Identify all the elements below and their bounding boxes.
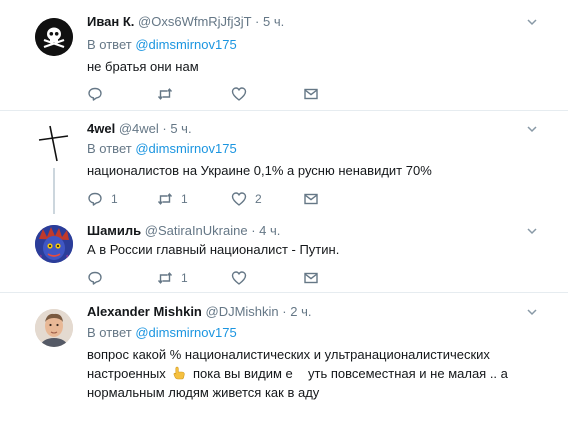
tweet-1[interactable]: Иван К. @Oxs6WfmRjJfj3jT · 5 ч. В ответ … — [0, 0, 568, 108]
reply-mention-link[interactable]: @dimsmirnov175 — [135, 37, 236, 52]
direct-message-button[interactable] — [303, 269, 319, 287]
tweet-2[interactable]: 4wel @4wel · 5 ч. В ответ @dimsmirnov175… — [0, 111, 568, 215]
chevron-down-icon[interactable] — [526, 123, 538, 135]
envelope-icon — [304, 88, 318, 100]
direct-message-button[interactable] — [303, 190, 319, 208]
tweet-header: Иван К. @Oxs6WfmRjJfj3jT · 5 ч. — [87, 14, 284, 30]
reply-button[interactable] — [87, 269, 111, 287]
retweet-button[interactable]: 1 — [157, 190, 188, 208]
retweet-count: 1 — [181, 271, 188, 285]
envelope-icon — [304, 272, 318, 284]
like-button[interactable] — [231, 269, 255, 287]
tweet-text-segment: настроенных — [87, 366, 166, 381]
action-bar: 1 1 2 — [87, 190, 327, 208]
reply-icon — [88, 271, 102, 285]
timestamp[interactable]: 5 ч. — [170, 121, 191, 136]
display-name[interactable]: Иван К. — [87, 14, 134, 29]
separator-dot: · — [255, 14, 260, 29]
retweet-icon — [157, 272, 173, 284]
reply-mention-link[interactable]: @dimsmirnov175 — [135, 325, 236, 340]
envelope-icon — [304, 193, 318, 205]
emoji-obscured-icon — [296, 367, 305, 382]
reply-button[interactable]: 1 — [87, 190, 118, 208]
display-name[interactable]: 4wel — [87, 121, 115, 136]
tweet-text: вопрос какой % националистических и ульт… — [87, 345, 527, 402]
display-name[interactable]: Alexander Mishkin — [87, 304, 202, 319]
chevron-down-icon[interactable] — [526, 16, 538, 28]
tweet-text-line: настроенных пока вы видим е уть повсемес… — [87, 364, 527, 383]
timestamp[interactable]: 4 ч. — [259, 223, 280, 238]
like-count: 2 — [255, 192, 262, 206]
tweet-3[interactable]: Шамиль @SatiraInUkraine · 4 ч. А в Росси… — [0, 215, 568, 291]
reply-prefix: В ответ — [87, 141, 132, 156]
retweet-button[interactable] — [157, 85, 181, 103]
reply-icon — [88, 87, 102, 101]
action-bar — [87, 85, 327, 103]
skull-crossbones-icon — [35, 18, 73, 56]
user-handle[interactable]: @SatiraInUkraine — [145, 223, 248, 238]
thread-line — [53, 168, 55, 214]
display-name[interactable]: Шамиль — [87, 223, 141, 238]
user-handle[interactable]: @Oxs6WfmRjJfj3jT — [138, 14, 251, 29]
direct-message-button[interactable] — [303, 85, 319, 103]
chevron-down-icon[interactable] — [526, 225, 538, 237]
action-bar: 1 — [87, 269, 327, 287]
separator-dot: · — [251, 223, 256, 238]
avatar[interactable] — [35, 309, 73, 347]
user-handle[interactable]: @4wel — [119, 121, 159, 136]
cross-icon — [38, 125, 69, 162]
tweet-text-segment: уть повсеместная и не малая .. а — [308, 366, 508, 381]
chevron-down-icon[interactable] — [526, 306, 538, 318]
tweet-text-line: вопрос какой % националистических и ульт… — [87, 347, 490, 362]
heart-icon — [231, 192, 247, 206]
like-button[interactable] — [231, 85, 255, 103]
like-button[interactable]: 2 — [231, 190, 262, 208]
avatar[interactable] — [35, 18, 73, 56]
reply-button[interactable] — [87, 85, 111, 103]
tweet-header: 4wel @4wel · 5 ч. — [87, 121, 192, 137]
reply-context: В ответ @dimsmirnov175 — [87, 141, 237, 157]
tweet-header: Alexander Mishkin @DJMishkin · 2 ч. — [87, 304, 311, 320]
retweet-button[interactable]: 1 — [157, 269, 188, 287]
heart-icon — [231, 271, 247, 285]
avatar[interactable] — [35, 124, 73, 162]
blue-face-icon — [35, 225, 73, 263]
separator-dot: · — [162, 121, 167, 136]
tweet-text: А в России главный националист - Путин. — [87, 242, 340, 257]
tweet-header: Шамиль @SatiraInUkraine · 4 ч. — [87, 223, 280, 239]
retweet-count: 1 — [181, 192, 188, 206]
reply-count: 1 — [111, 192, 118, 206]
retweet-icon — [157, 193, 173, 205]
reply-context: В ответ @dimsmirnov175 — [87, 325, 237, 341]
heart-icon — [231, 87, 247, 101]
avatar[interactable] — [35, 225, 73, 263]
tweet-text-segment: пока вы видим е — [193, 366, 293, 381]
reply-mention-link[interactable]: @dimsmirnov175 — [135, 141, 236, 156]
user-handle[interactable]: @DJMishkin — [206, 304, 279, 319]
tweet-text-line: нормальным людям живется как в аду — [87, 385, 320, 400]
pointing-hand-emoji-icon — [174, 366, 186, 380]
reply-icon — [88, 192, 102, 206]
retweet-icon — [157, 88, 173, 100]
reply-context: В ответ @dimsmirnov175 — [87, 37, 237, 53]
reply-prefix: В ответ — [87, 37, 132, 52]
timestamp[interactable]: 2 ч. — [290, 304, 311, 319]
tweet-4[interactable]: Alexander Mishkin @DJMishkin · 2 ч. В от… — [0, 293, 568, 432]
tweet-text: националистов на Украине 0,1% а русню не… — [87, 163, 432, 178]
timestamp[interactable]: 5 ч. — [263, 14, 284, 29]
tweet-text: не братья они нам — [87, 59, 199, 74]
reply-prefix: В ответ — [87, 325, 132, 340]
separator-dot: · — [282, 304, 287, 319]
man-photo-icon — [35, 309, 73, 347]
